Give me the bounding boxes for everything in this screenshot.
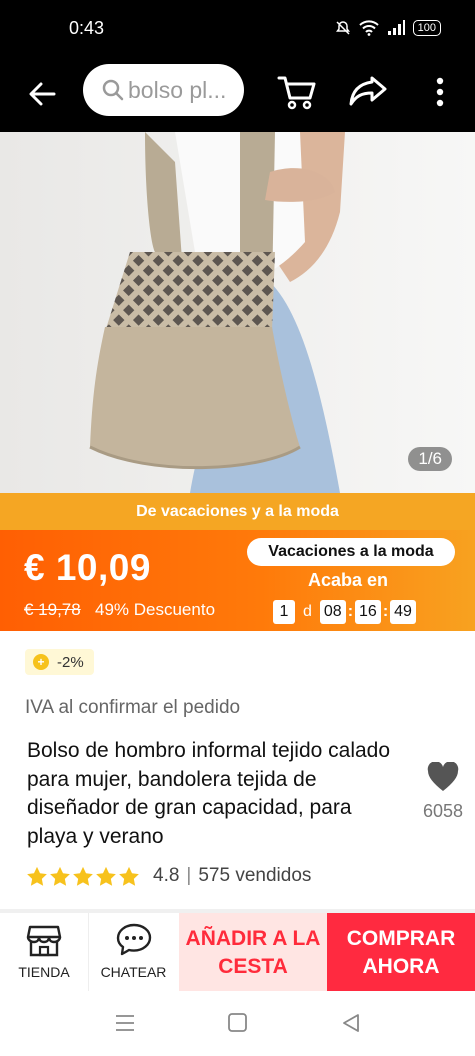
add-to-cart-label-line2: CESTA <box>218 955 288 978</box>
back-arrow-icon <box>29 82 56 106</box>
product-title: Bolso de hombro informal tejido calado p… <box>27 739 391 848</box>
home-icon[interactable] <box>227 1012 249 1034</box>
coin-icon: + <box>33 654 49 670</box>
battery-indicator: 100 <box>412 20 441 36</box>
countdown-separator: : <box>382 603 389 620</box>
event-badge: Vacaciones a la moda <box>247 538 455 566</box>
rating-separator: | <box>186 865 192 886</box>
more-options-button[interactable] <box>425 72 455 116</box>
search-input[interactable] <box>128 76 244 104</box>
product-photo <box>0 132 475 493</box>
cart-icon <box>277 76 316 110</box>
top-bar <box>0 58 475 132</box>
store-label: TIENDA <box>18 964 70 980</box>
store-icon <box>26 925 62 957</box>
signal-icon <box>387 20 405 35</box>
add-to-cart-button[interactable]: AÑADIR A LA CESTA <box>179 913 327 991</box>
bottom-action-bar: TIENDA CHATEAR AÑADIR A LA CESTA COMPRAR… <box>0 913 475 991</box>
tax-note: IVA al confirmar el pedido <box>25 697 241 718</box>
rating-row[interactable]: 4.8 | 575 vendidos <box>26 865 311 887</box>
cart-button[interactable] <box>275 70 319 114</box>
back-triangle-icon[interactable] <box>340 1012 362 1034</box>
wifi-icon <box>358 20 379 36</box>
product-image-carousel[interactable]: 1/6 <box>0 132 475 493</box>
countdown-timer: 1 d 08 : 16 : 49 <box>273 600 416 624</box>
add-to-cart-label-line1: AÑADIR A LA <box>185 927 321 950</box>
status-icons: 100 <box>335 20 441 36</box>
heart-icon <box>427 761 459 791</box>
search-box[interactable] <box>83 64 244 116</box>
ends-in-label: Acaba en <box>308 570 389 590</box>
original-price: € 19,78 <box>24 600 81 619</box>
share-icon <box>349 76 387 106</box>
buy-now-button[interactable]: COMPRAR AHORA <box>327 913 475 991</box>
countdown-minutes: 16 <box>355 600 381 624</box>
price-panel: € 10,09 € 19,78 49% Descuento Vacaciones… <box>0 530 475 631</box>
coin-discount-chip[interactable]: + -2% <box>25 649 94 675</box>
wishlist-button[interactable]: 6058 <box>420 761 466 822</box>
buy-now-label-line1: COMPRAR <box>346 927 456 950</box>
image-counter: 1/6 <box>408 447 452 471</box>
rating-value: 4.8 <box>153 865 180 886</box>
mute-icon <box>335 21 350 35</box>
star-icon <box>73 866 93 886</box>
rating-stars <box>26 866 140 887</box>
promo-banner: De vacaciones y a la moda <box>0 493 475 530</box>
store-button[interactable]: TIENDA <box>0 913 89 991</box>
system-navigation-bar <box>0 991 475 1056</box>
buy-now-label-line2: AHORA <box>362 955 440 978</box>
back-button[interactable] <box>22 74 62 114</box>
chat-label: CHATEAR <box>100 964 167 980</box>
app-screen: 0:43 100 bolso pl... 1/6 De vacaciones y… <box>0 0 475 1056</box>
chat-button[interactable]: CHATEAR <box>89 913 178 991</box>
star-icon <box>27 866 47 886</box>
status-time: 0:43 <box>69 18 105 38</box>
star-icon <box>119 866 139 886</box>
more-vertical-icon <box>436 77 444 107</box>
share-button[interactable] <box>346 70 390 114</box>
star-icon <box>50 866 70 886</box>
countdown-day-unit: d <box>303 603 312 620</box>
menu-icon[interactable] <box>114 1013 136 1033</box>
star-icon <box>96 866 116 886</box>
coin-discount-value: -2% <box>57 653 84 671</box>
chat-icon <box>116 923 152 956</box>
search-icon <box>102 79 124 101</box>
countdown-separator: : <box>347 603 354 620</box>
sold-count: 575 vendidos <box>198 865 312 886</box>
countdown-seconds: 49 <box>390 600 416 624</box>
countdown-days: 1 <box>273 600 295 624</box>
current-price: € 10,09 <box>24 547 151 588</box>
countdown-hours: 08 <box>319 600 346 624</box>
wishlist-count: 6058 <box>422 801 464 821</box>
discount-label: 49% Descuento <box>95 600 216 619</box>
status-bar: 0:43 100 <box>0 0 475 58</box>
